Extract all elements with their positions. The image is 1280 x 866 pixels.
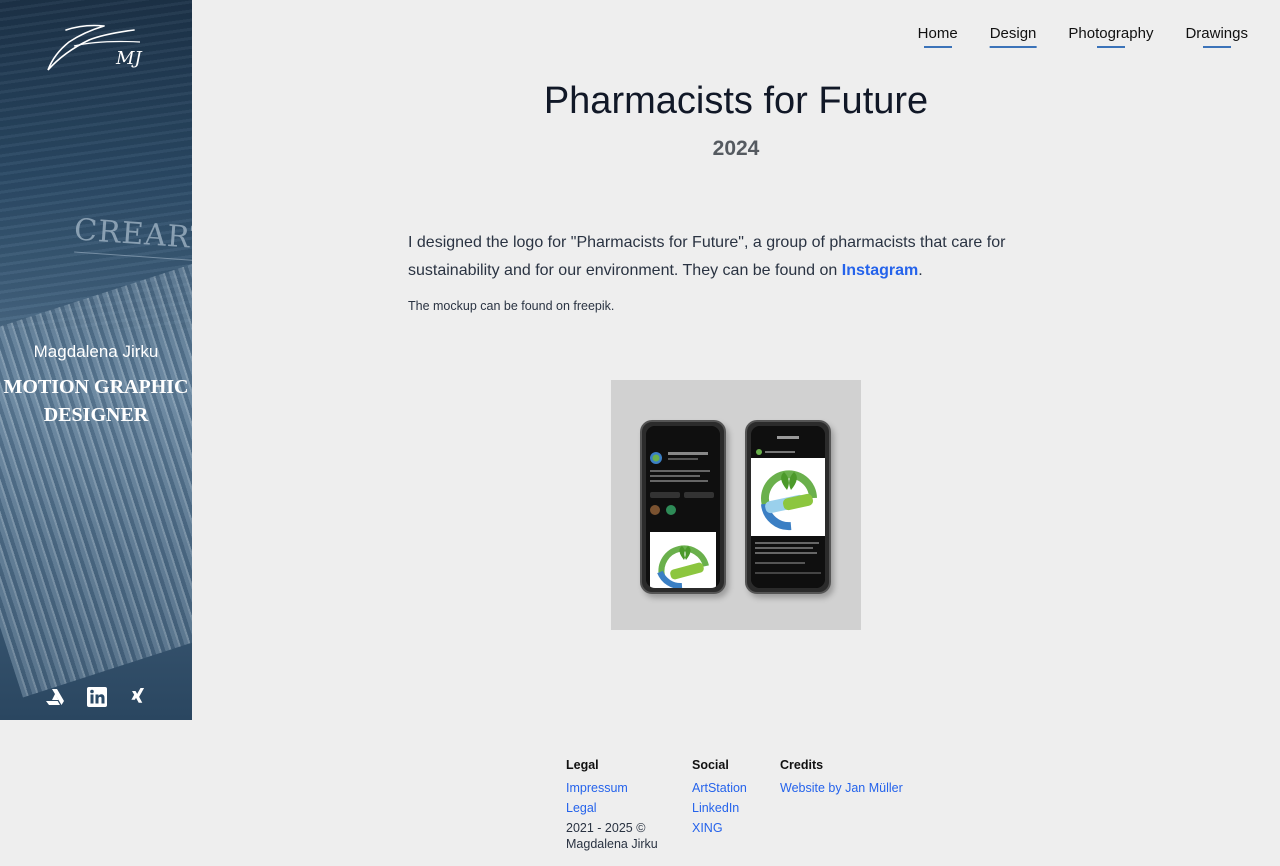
sidebar: CREARTE MJ Magdalena Jirku Motion Graphi… (0, 0, 192, 720)
page-title: Pharmacists for Future (543, 80, 929, 122)
project-year: 2024 (712, 137, 760, 160)
footer-legal-column: Legal Impressum Legal 2021 - 2025 © Magd… (566, 758, 692, 852)
nav-home[interactable]: Home (918, 25, 958, 48)
description-end: . (918, 262, 923, 279)
footer-linkedin-link[interactable]: LinkedIn (692, 798, 780, 818)
nav-photography-label: Photography (1068, 25, 1154, 42)
nav-design[interactable]: Design (989, 25, 1037, 48)
mockup-image[interactable] (611, 380, 861, 630)
footer-credits-link[interactable]: Website by Jan Müller (780, 778, 903, 798)
nav-underline (923, 46, 952, 48)
artstation-icon[interactable] (44, 686, 66, 708)
xing-icon[interactable] (128, 686, 150, 708)
phone-right (745, 420, 831, 594)
footer-legal-link[interactable]: Legal (566, 798, 692, 818)
footer-social-column: Social ArtStation LinkedIn XING (692, 758, 780, 852)
nav-drawings-label: Drawings (1185, 25, 1248, 42)
nav-underline (1202, 46, 1231, 48)
nav-home-label: Home (917, 25, 958, 42)
footer-credits-heading: Credits (780, 758, 824, 772)
linkedin-icon[interactable] (86, 686, 108, 708)
footer-legal-heading: Legal (566, 758, 599, 772)
footer-social-heading: Social (692, 758, 729, 772)
footer-credits-column: Credits Website by Jan Müller (780, 758, 903, 852)
footer-copyright: 2021 - 2025 © Magdalena Jirku (566, 821, 658, 851)
footer-xing-link[interactable]: XING (692, 818, 780, 838)
nav-drawings[interactable]: Drawings (1185, 25, 1248, 48)
logo-text: MJ (115, 48, 143, 69)
top-navigation: Home Design Photography Drawings (918, 25, 1248, 48)
mockup-note: The mockup can be found on freepik. (408, 299, 615, 313)
instagram-link[interactable]: Instagram (842, 262, 918, 279)
phone-left (640, 420, 726, 594)
signature-logo[interactable]: MJ (44, 22, 144, 78)
designer-name: Magdalena Jirku (33, 342, 159, 361)
sidebar-social-links (44, 686, 150, 708)
project-description: I designed the logo for "Pharmacists for… (408, 229, 1068, 285)
nav-photography[interactable]: Photography (1068, 25, 1153, 48)
designer-role: Motion Graphic Designer (3, 376, 189, 426)
phone-right-screen (751, 426, 825, 588)
footer: Legal Impressum Legal 2021 - 2025 © Magd… (566, 758, 903, 852)
phone-left-screen (646, 426, 720, 588)
nav-underline (1096, 46, 1125, 48)
nav-design-label: Design (989, 25, 1037, 42)
footer-impressum-link[interactable]: Impressum (566, 778, 692, 798)
nav-underline-active (989, 46, 1037, 48)
sidebar-background-pencils (0, 262, 192, 698)
footer-artstation-link[interactable]: ArtStation (692, 778, 780, 798)
